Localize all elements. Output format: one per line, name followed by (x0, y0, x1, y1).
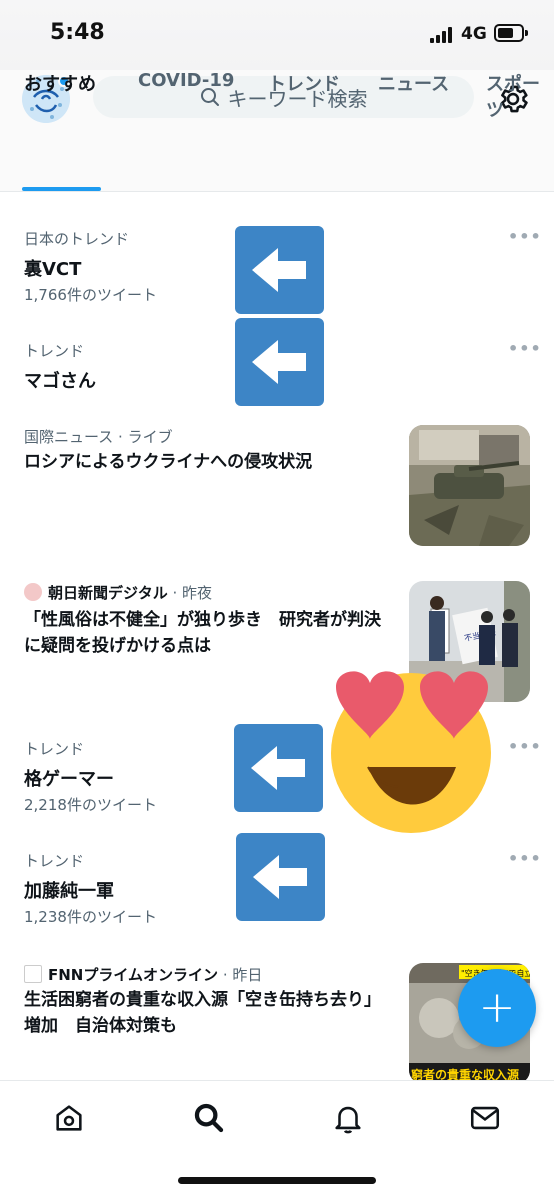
tab-recommended[interactable]: おすすめ (24, 70, 96, 116)
header: キーワード検索 おすすめ COVID-19 トレンド ニュース スポーツ (0, 70, 554, 192)
tab-news[interactable]: ニュース (378, 70, 449, 116)
left-arrow-icon (251, 248, 306, 292)
trend-category: トレンド (24, 740, 85, 758)
tab-trends[interactable]: トレンド (268, 70, 340, 116)
more-options-icon[interactable]: ••• (508, 849, 542, 868)
tweet-count: 1,766件のツイート (24, 286, 157, 304)
battery-icon (494, 24, 528, 42)
home-icon[interactable] (52, 1101, 86, 1135)
news-title: ロシアによるウクライナへの侵攻状況 (24, 452, 313, 472)
trend-title: 格ゲーマー (24, 769, 114, 790)
signal-icon (430, 27, 454, 43)
asahi-logo-icon (24, 583, 42, 601)
tab-covid[interactable]: COVID-19 (138, 70, 234, 116)
network-label: 4G (461, 24, 487, 44)
more-options-icon[interactable]: ••• (508, 737, 542, 756)
trend-title: 加藤純一軍 (24, 881, 114, 902)
trend-category: 日本のトレンド (24, 230, 130, 248)
source-name: FNNプライムオンライン (48, 966, 219, 984)
status-time: 5:48 (50, 20, 105, 45)
trend-title: マゴさん (24, 371, 96, 392)
news-source: FNNプライムオンライン · 昨日 (24, 964, 262, 985)
tweet-count: 1,238件のツイート (24, 908, 157, 926)
tweet-count: 2,218件のツイート (24, 796, 157, 814)
news-category: 国際ニュース · ライブ (24, 426, 173, 447)
tank-photo (409, 425, 530, 546)
news-title: 「性風俗は不健全」が独り歩き 研究者が判決に疑問を投げかける点は (24, 610, 381, 656)
home-indicator (178, 1177, 376, 1184)
trend-category: トレンド (24, 852, 85, 870)
more-options-icon[interactable]: ••• (508, 227, 542, 246)
news-title: 生活困窮者の貴重な収入源「空き缶持ち去り」増加 自治体対策も (24, 990, 381, 1036)
source-name: 朝日新聞デジタル (48, 584, 168, 602)
post-time: · 昨夜 (167, 584, 213, 602)
plus-icon: + (478, 982, 516, 1033)
search-icon[interactable] (192, 1101, 226, 1135)
active-tab-indicator (22, 187, 101, 191)
news-category-label: 国際ニュース (24, 428, 114, 446)
subtitle-text: 窮者の貴重な収入源 (411, 1067, 519, 1080)
heart-eyes-emoji (331, 671, 491, 833)
mail-icon[interactable] (468, 1101, 502, 1135)
left-arrow-icon (250, 746, 305, 790)
fnn-logo-icon (24, 965, 42, 983)
post-time: · 昨日 (218, 966, 263, 984)
live-label: · ライブ (113, 428, 173, 446)
left-arrow-icon (252, 855, 307, 899)
bell-icon[interactable] (331, 1101, 365, 1135)
compose-tweet-button[interactable]: + (458, 969, 536, 1047)
news-thumbnail (409, 425, 530, 546)
trend-title: 裏VCT (24, 259, 82, 280)
left-arrow-icon (251, 340, 306, 384)
left-arrow-overlay (234, 724, 323, 812)
left-arrow-overlay (235, 226, 324, 314)
news-source: 朝日新聞デジタル · 昨夜 (24, 582, 212, 603)
more-options-icon[interactable]: ••• (508, 339, 542, 358)
left-arrow-overlay (235, 318, 324, 406)
trend-category: トレンド (24, 342, 85, 360)
tab-sports[interactable]: スポーツ (486, 70, 554, 121)
left-arrow-overlay (236, 833, 325, 921)
status-bar: 5:48 4G (0, 0, 554, 70)
news-item[interactable]: 国際ニュース · ライブ ロシアによるウクライナへの侵攻状況 (0, 413, 554, 563)
